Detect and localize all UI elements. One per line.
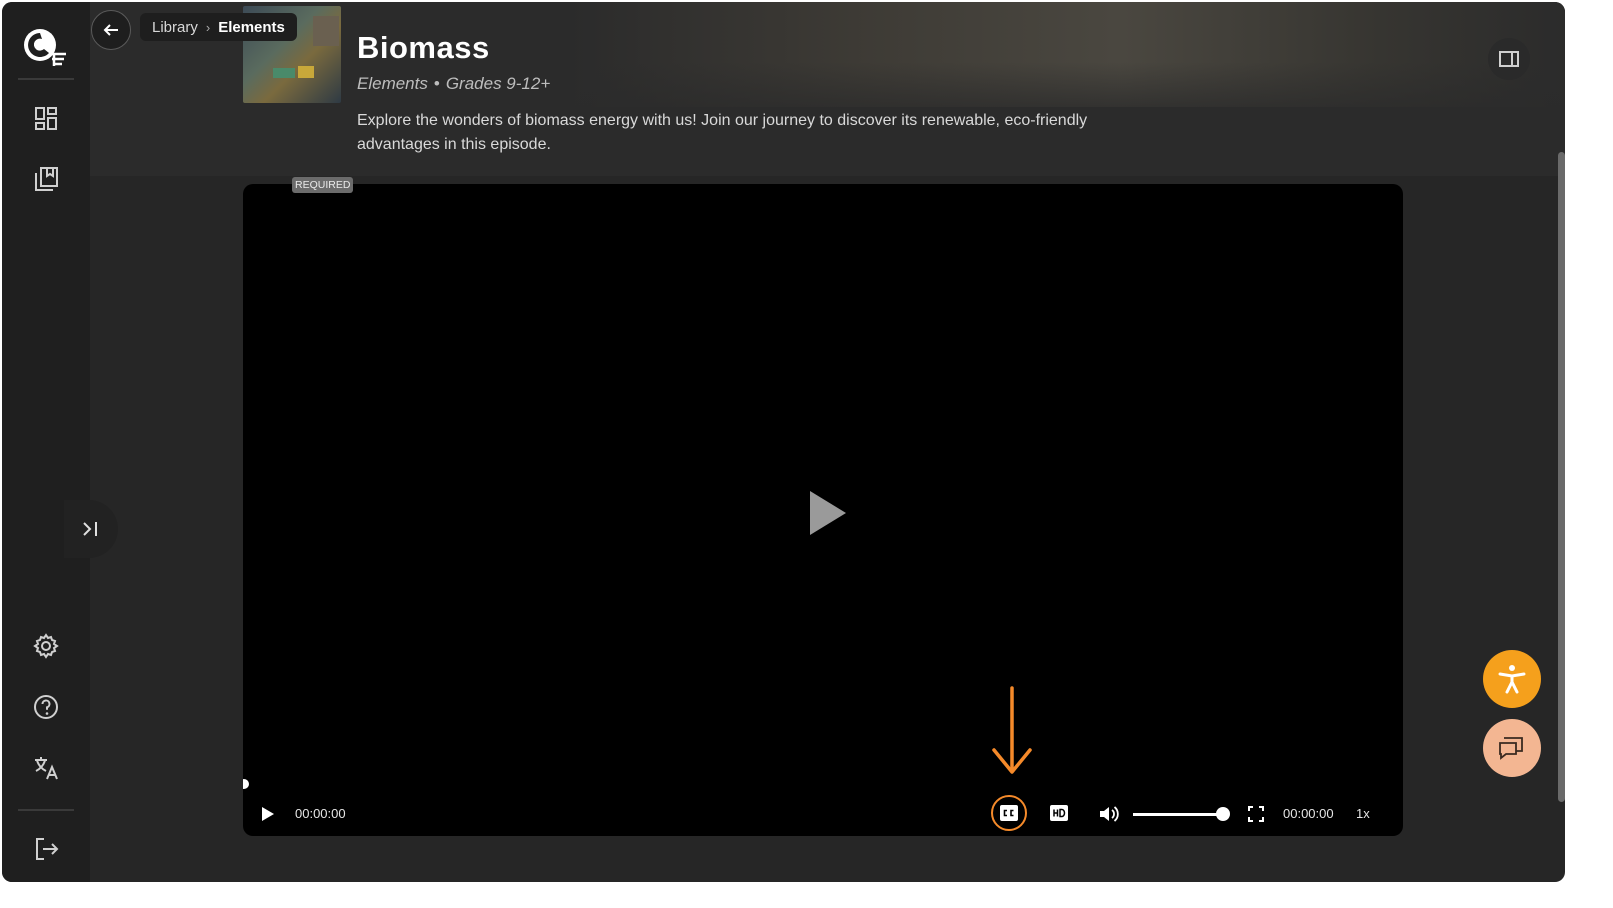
toggle-panel-button[interactable] (1488, 38, 1530, 80)
chevron-right-icon: › (205, 19, 211, 35)
progress-handle[interactable] (243, 779, 249, 789)
current-time: 00:00:00 (295, 806, 346, 821)
hd-icon[interactable] (1050, 805, 1068, 821)
episode-title: Biomass (357, 30, 490, 65)
settings-icon[interactable] (32, 632, 60, 660)
required-badge: REQUIRED (292, 177, 354, 193)
sidebar-divider (18, 78, 74, 80)
episode-meta: Elements • Grades 9-12+ (357, 74, 550, 94)
breadcrumb-elements[interactable]: Elements (218, 19, 285, 36)
app-window: Library › Elements Biomass Elements • Grad… (2, 2, 1565, 882)
volume-icon[interactable] (1098, 804, 1120, 824)
big-play-icon[interactable] (808, 489, 848, 537)
side-panel-icon (1499, 51, 1519, 67)
series-name: Elements (357, 74, 428, 93)
volume-slider[interactable] (1133, 813, 1223, 816)
fullscreen-icon[interactable] (1248, 806, 1264, 822)
breadcrumb-library[interactable]: Library (152, 19, 198, 36)
episode-description: Explore the wonders of biomass energy wi… (357, 112, 1088, 153)
translate-icon[interactable] (32, 754, 60, 782)
cc-icon[interactable] (1000, 805, 1018, 821)
chevron-right-bar-icon (83, 522, 97, 536)
accessibility-icon (1498, 665, 1526, 694)
accessibility-button[interactable] (1483, 650, 1541, 708)
breadcrumb: Library › Elements (140, 13, 297, 41)
play-icon[interactable] (261, 806, 275, 822)
meta-separator: • (433, 74, 440, 93)
library-icon[interactable] (32, 165, 60, 193)
sidebar (2, 2, 118, 882)
arrow-down-annotation (992, 686, 1032, 774)
duration: 00:00:00 (1283, 806, 1334, 821)
grade-range: Grades 9-12+ (445, 74, 551, 93)
playback-speed-button[interactable]: 1x (1356, 806, 1370, 821)
chat-icon (1499, 737, 1523, 760)
back-button[interactable] (91, 10, 131, 50)
video-player[interactable]: 00:00:00 00:00:00 1x (243, 184, 1403, 836)
sidebar-divider (18, 809, 74, 811)
help-icon[interactable] (32, 693, 60, 721)
volume-slider-handle[interactable] (1216, 807, 1230, 821)
expand-sidebar-button[interactable] (64, 500, 118, 558)
arrow-left-icon (103, 24, 118, 36)
chat-button[interactable] (1483, 719, 1541, 777)
logo-icon[interactable] (20, 24, 70, 68)
player-controls: 00:00:00 00:00:00 1x (243, 794, 1403, 834)
scrollbar[interactable] (1558, 152, 1565, 802)
dashboard-icon[interactable] (32, 104, 60, 132)
logout-icon[interactable] (32, 835, 60, 863)
